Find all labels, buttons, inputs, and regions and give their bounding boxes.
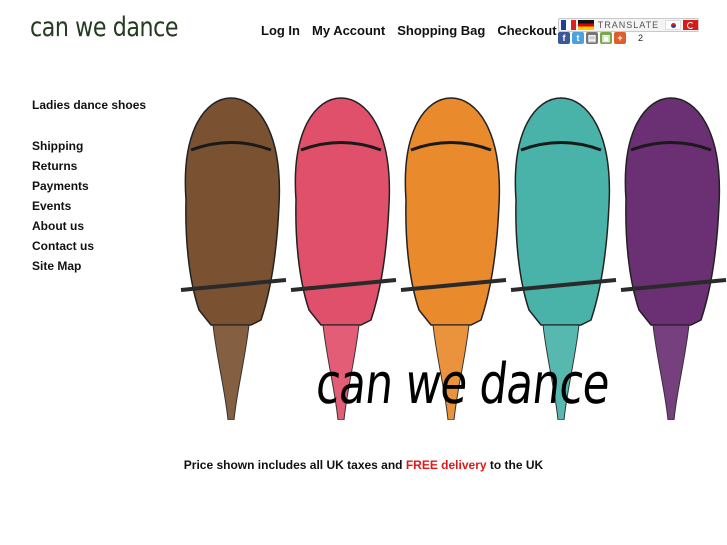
checkout-link[interactable]: Checkout	[497, 23, 556, 38]
hero-logo-text: can we dance	[312, 352, 613, 417]
free-delivery-text: FREE delivery	[405, 458, 487, 472]
shopping-bag-link[interactable]: Shopping Bag	[397, 23, 485, 38]
share-icon[interactable]: ▣	[600, 32, 612, 44]
sidenav-returns[interactable]: Returns	[32, 156, 146, 176]
translate-label[interactable]: TRANSLATE	[598, 20, 659, 30]
price-note: Price shown includes all UK taxes and FR…	[0, 458, 727, 472]
turkish-flag-icon[interactable]	[682, 20, 698, 30]
twitter-icon[interactable]: t	[572, 32, 584, 44]
sidenav-spacer	[32, 115, 146, 136]
sidenav-shipping[interactable]: Shipping	[32, 136, 146, 156]
price-note-suffix: to the UK	[486, 458, 544, 472]
sidenav-contact-us[interactable]: Contact us	[32, 236, 146, 256]
korean-flag-icon[interactable]	[665, 20, 681, 30]
side-nav: Ladies dance shoes Shipping Returns Paym…	[32, 95, 146, 276]
my-account-link[interactable]: My Account	[312, 23, 385, 38]
facebook-icon[interactable]: f	[558, 32, 570, 44]
shoe-1	[180, 97, 287, 420]
shoe-5	[620, 97, 727, 420]
site-logo[interactable]: can we dance	[30, 12, 179, 43]
german-flag-icon[interactable]	[578, 20, 594, 30]
sidenav-about-us[interactable]: About us	[32, 216, 146, 236]
sidenav-events[interactable]: Events	[32, 196, 146, 216]
translate-widget[interactable]: TRANSLATE	[558, 18, 699, 32]
price-note-prefix: Price shown includes all UK taxes and	[183, 458, 406, 472]
top-nav: Log In My Account Shopping Bag Checkout	[261, 23, 557, 38]
share-count: 2	[638, 33, 644, 43]
sidenav-ladies-dance-shoes[interactable]: Ladies dance shoes	[32, 95, 146, 115]
share-bar: f t ▤ ▣ + 2	[558, 32, 643, 44]
french-flag-icon[interactable]	[561, 20, 577, 30]
sidenav-site-map[interactable]: Site Map	[32, 256, 146, 276]
sidenav-payments[interactable]: Payments	[32, 176, 146, 196]
login-link[interactable]: Log In	[261, 23, 300, 38]
plus-icon[interactable]: +	[614, 32, 626, 44]
print-icon[interactable]: ▤	[586, 32, 598, 44]
